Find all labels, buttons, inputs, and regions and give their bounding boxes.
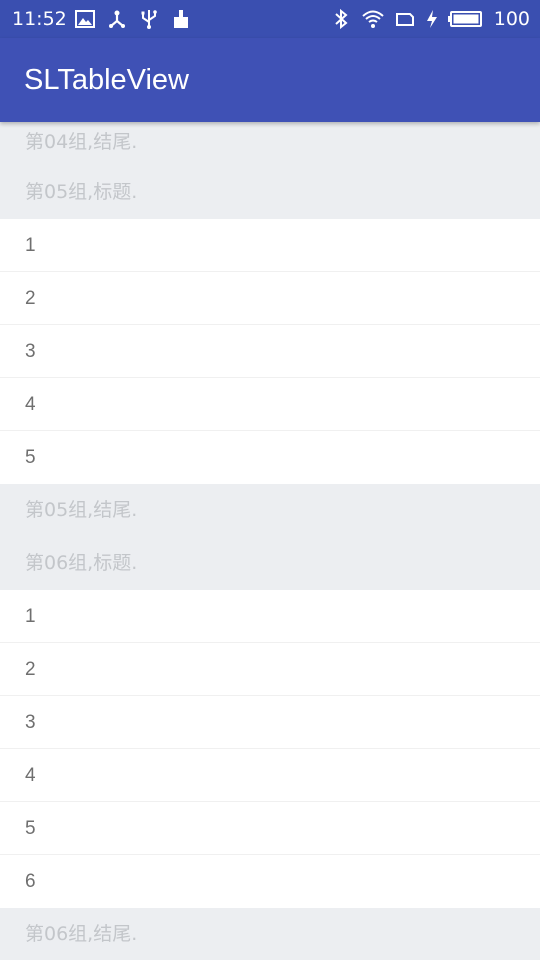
image-icon (74, 8, 96, 30)
list-item[interactable]: 5 (0, 431, 540, 484)
section-header-05: 第05组,标题. (0, 166, 540, 219)
list-item[interactable]: 4 (0, 749, 540, 802)
app-title: SLTableView (24, 64, 189, 96)
list-item[interactable]: 1 (0, 219, 540, 272)
status-time: 11:52 (12, 8, 67, 30)
charging-icon (426, 8, 438, 30)
list-item[interactable]: 5 (0, 802, 540, 855)
status-right-icons: 100 (330, 7, 530, 31)
section-footer-05: 第05组,结尾. (0, 484, 540, 537)
list-item[interactable]: 4 (0, 378, 540, 431)
status-left-icons (74, 8, 192, 30)
app-bar: SLTableView (0, 38, 540, 122)
section-header-06: 第06组,标题. (0, 537, 540, 590)
bluetooth-icon (330, 8, 352, 30)
list-item[interactable]: 3 (0, 325, 540, 378)
sim-icon (394, 8, 416, 30)
table-view[interactable]: 第04组,结尾. 第05组,标题. 1 2 3 4 5 第05组,结尾. 第06… (0, 122, 540, 960)
wifi-icon (362, 8, 384, 30)
section-footer-04: 第04组,结尾. (0, 122, 540, 166)
usb-icon (138, 8, 160, 30)
section-footer-06: 第06组,结尾. (0, 908, 540, 960)
list-item[interactable]: 2 (0, 272, 540, 325)
battery-level: 100 (493, 8, 530, 30)
battery-icon (447, 8, 484, 30)
list-item[interactable]: 6 (0, 855, 540, 908)
list-item[interactable]: 1 (0, 590, 540, 643)
cleaner-icon (170, 8, 192, 30)
list-item[interactable]: 3 (0, 696, 540, 749)
status-bar: 11:52 100 (0, 0, 540, 38)
list-item[interactable]: 2 (0, 643, 540, 696)
usb-branch-icon (106, 8, 128, 30)
